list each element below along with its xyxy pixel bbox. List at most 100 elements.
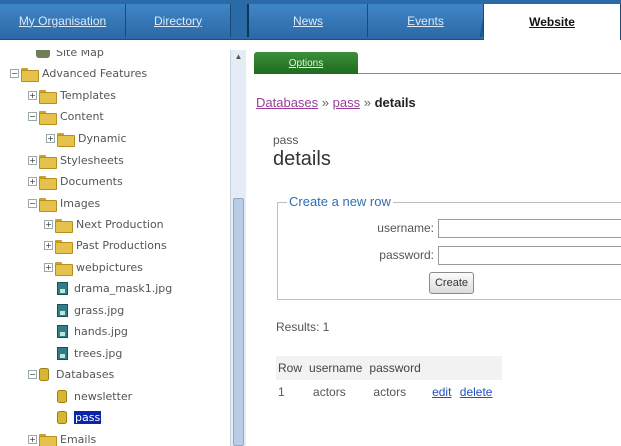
expand-icon[interactable]: +	[28, 435, 37, 444]
folder-icon	[39, 197, 57, 212]
folder-icon	[39, 433, 57, 446]
tree-item-content[interactable]: − Content	[28, 107, 104, 126]
top-tab-bar: My Organisation Directory News Events We…	[0, 0, 621, 40]
create-button[interactable]: Create	[429, 272, 474, 294]
options-tab[interactable]: Options	[254, 52, 358, 74]
expand-icon[interactable]: +	[44, 263, 53, 272]
tree-item-stylesheets[interactable]: + Stylesheets	[28, 151, 124, 170]
database-name: pass	[273, 133, 299, 147]
collapse-icon[interactable]: −	[28, 370, 37, 379]
username-label: username:	[377, 221, 434, 235]
tab-news[interactable]: News	[247, 4, 368, 37]
image-file-icon	[57, 347, 68, 360]
breadcrumb-separator: »	[321, 95, 330, 110]
tree-scrollbar[interactable]: ▲	[230, 50, 246, 446]
tree-item-label: Dynamic	[78, 132, 127, 145]
tree-item-documents[interactable]: + Documents	[28, 172, 123, 191]
table-header-row: Row username password	[276, 356, 503, 380]
folder-icon	[39, 175, 57, 190]
tree-item-hands[interactable]: hands.jpg	[57, 322, 128, 341]
page-title: details	[273, 148, 331, 170]
tree-item-drama-mask1[interactable]: drama_mask1.jpg	[57, 279, 172, 298]
tree-item-grass[interactable]: grass.jpg	[57, 301, 124, 320]
tree-item-emails[interactable]: + Emails	[28, 430, 96, 446]
tree-item-label: grass.jpg	[74, 304, 125, 317]
tree-item-next-production[interactable]: + Next Production	[44, 215, 164, 234]
tree-item-label: Site Map	[56, 50, 104, 59]
tree-item-trees[interactable]: trees.jpg	[57, 344, 122, 363]
folder-icon	[39, 154, 57, 169]
tree-item-images[interactable]: − Images	[28, 194, 100, 213]
expand-icon[interactable]: +	[28, 156, 37, 165]
tree-item-label: Databases	[56, 368, 115, 381]
password-field[interactable]	[438, 246, 621, 265]
tree-item-webpictures[interactable]: + webpictures	[44, 258, 143, 277]
expand-icon[interactable]: +	[44, 241, 53, 250]
breadcrumb: Databases » pass » details	[256, 95, 416, 110]
tree-item-label: Past Productions	[76, 239, 167, 252]
folder-icon	[39, 89, 57, 104]
results-count: Results: 1	[276, 320, 330, 334]
tree-item-label-selected: pass	[74, 411, 102, 424]
folder-icon	[55, 261, 73, 276]
expand-icon[interactable]: +	[46, 134, 55, 143]
tree-item-label: Templates	[60, 89, 116, 102]
tree-item-label: Next Production	[76, 218, 164, 231]
results-table: Row username password 1 actors actors ed…	[276, 356, 503, 404]
collapse-icon[interactable]: −	[28, 112, 37, 121]
tree-item-templates[interactable]: + Templates	[28, 86, 116, 105]
password-label: password:	[379, 248, 434, 262]
tree-item-label: Documents	[60, 175, 123, 188]
tree-item-label: newsletter	[74, 390, 133, 403]
expand-icon[interactable]: +	[44, 220, 53, 229]
tree-item-label: Images	[60, 197, 101, 210]
folder-icon	[39, 110, 57, 125]
folder-icon	[55, 239, 73, 254]
tree-item-label: hands.jpg	[74, 325, 128, 338]
column-header-password: password	[367, 356, 431, 380]
cell-actions: edit delete	[430, 380, 502, 404]
tree-item-dynamic[interactable]: + Dynamic	[46, 129, 127, 148]
tree-item-advanced-features[interactable]: − Advanced Features	[10, 64, 147, 83]
tab-my-organisation[interactable]: My Organisation	[0, 4, 126, 37]
scroll-up-arrow-icon[interactable]: ▲	[233, 52, 244, 61]
collapse-icon[interactable]: −	[28, 199, 37, 208]
tree-item-label: trees.jpg	[74, 347, 123, 360]
tree-item-newsletter[interactable]: newsletter	[57, 387, 132, 406]
cell-username: actors	[313, 385, 346, 399]
tree-item-past-productions[interactable]: + Past Productions	[44, 236, 167, 255]
tree-item-label: webpictures	[76, 261, 143, 274]
edit-link[interactable]: edit	[432, 385, 451, 399]
form-legend: Create a new row	[287, 194, 393, 209]
main-content: Options Databases » pass » details pass …	[247, 40, 621, 446]
tree-item-label: Emails	[60, 433, 97, 446]
create-row-form: Create a new row username: password: Cre…	[277, 194, 621, 300]
collapse-icon[interactable]: −	[10, 69, 19, 78]
expand-icon[interactable]: +	[28, 91, 37, 100]
tab-directory[interactable]: Directory	[126, 4, 231, 37]
tree-item-label: Stylesheets	[60, 154, 124, 167]
folder-icon	[55, 218, 73, 233]
column-header-username: username	[307, 356, 368, 380]
image-file-icon	[57, 304, 68, 317]
delete-link[interactable]: delete	[460, 385, 493, 399]
scroll-thumb[interactable]	[233, 198, 244, 446]
tree-item-databases[interactable]: − Databases	[28, 365, 114, 384]
database-icon	[57, 411, 67, 424]
site-tree-panel: Site Map − Advanced Features + Templates…	[0, 50, 230, 446]
tree-item-pass[interactable]: pass	[57, 408, 102, 427]
database-icon	[39, 368, 49, 381]
options-tab-strip: Options	[254, 52, 621, 74]
breadcrumb-pass-link[interactable]: pass	[333, 95, 360, 110]
tree-item-label: drama_mask1.jpg	[74, 282, 173, 295]
tab-events[interactable]: Events	[368, 4, 489, 37]
tab-website[interactable]: Website	[484, 4, 621, 40]
column-header-actions	[430, 356, 503, 380]
username-field[interactable]	[438, 219, 621, 238]
tree-item-site-map[interactable]: Site Map	[36, 50, 104, 62]
cell-row-number: 1	[278, 385, 285, 399]
expand-icon[interactable]: +	[28, 177, 37, 186]
image-file-icon	[57, 282, 68, 295]
breadcrumb-databases-link[interactable]: Databases	[256, 95, 318, 110]
tree-item-label: Advanced Features	[42, 67, 148, 80]
